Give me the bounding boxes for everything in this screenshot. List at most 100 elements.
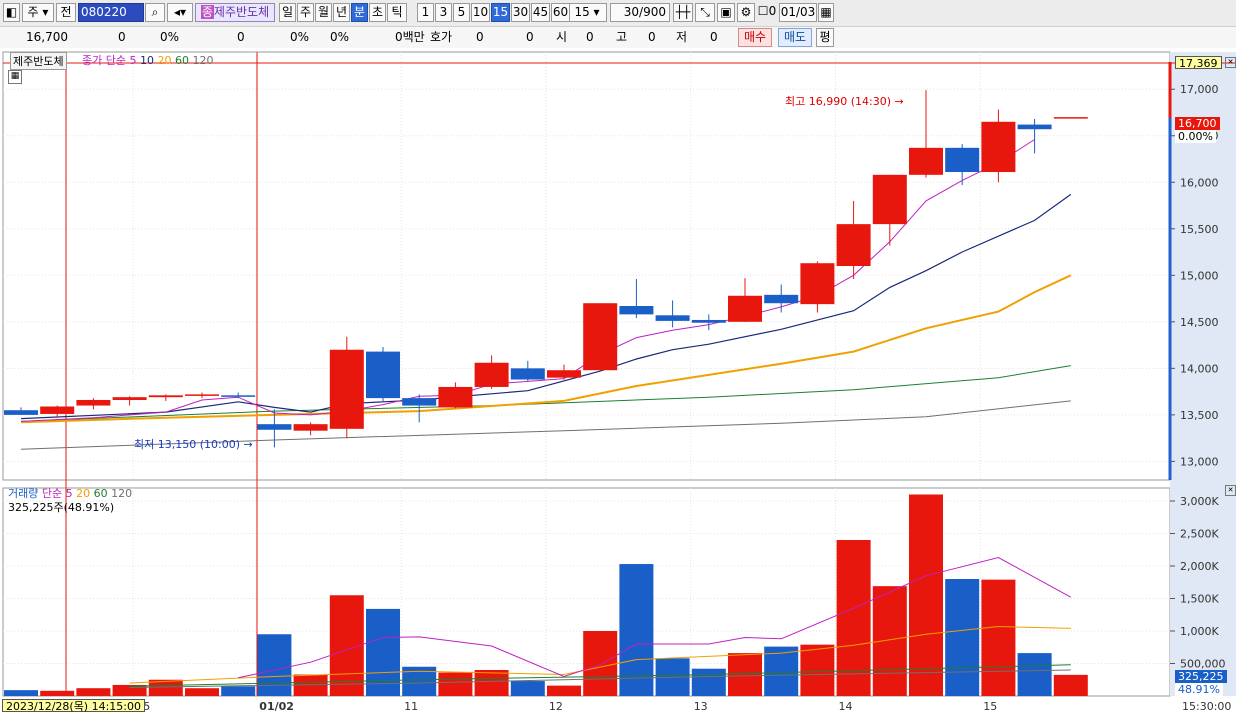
interval-select[interactable]: 15 ▾ [567,3,607,22]
period-button[interactable]: 년 [333,3,350,22]
x-tick-label: 01/02 [259,700,294,713]
stock-badge: 종 [200,5,214,19]
candle-body [619,306,654,315]
search-icon[interactable]: ⌕ [145,3,165,22]
x-tick-label: 14 [839,700,853,713]
x-tick-label: 15 [983,700,997,713]
period-button[interactable]: 초 [369,3,386,22]
volume-bar [438,672,473,696]
open-label: 시 [556,30,568,44]
interval-button[interactable]: 45 [531,3,550,22]
volume-bar [800,644,835,696]
stock-name-button[interactable]: 종제주반도체 [195,3,275,22]
period-button[interactable]: 월 [315,3,332,22]
period-button[interactable]: 틱 [387,3,407,22]
period-select[interactable]: 주 ▾ [22,3,54,22]
interval-button[interactable]: 10 [471,3,490,22]
low-annotation-text: 최저 13,150 (10:00) [134,438,241,451]
volume-bar [40,690,75,696]
change-pct: 0% [160,30,180,44]
candle-body [981,121,1016,173]
interval-button[interactable]: 5 [453,3,470,22]
avg-button[interactable]: 평 [816,28,834,47]
x-tick-label: 12 [549,700,563,713]
close-icon[interactable]: ✕ [1225,57,1236,68]
volume-bar [909,494,943,696]
volume-value: 0 [237,30,245,44]
date-input[interactable]: 01/03 [779,3,817,22]
volume-bar [257,634,292,696]
candle-body [1053,117,1088,119]
high-value: 0 [648,30,656,44]
candle-body [872,174,907,225]
candle-body [836,224,871,266]
interval-button[interactable]: 15 [491,3,510,22]
price-ma-legend[interactable]: 종가 단순 5 10 20 60 120 [82,52,213,68]
stock-tag[interactable]: 제주반도체 [10,52,67,70]
period-button[interactable]: 일 [279,3,296,22]
price-tick-label: 15,000 [1180,269,1219,282]
candle-type-icon[interactable]: ┼┼ [673,3,693,22]
high-annotation: 최고 16,990 (14:30) → [785,95,904,108]
interval-button[interactable]: 1 [417,3,434,22]
high-annotation-text: 최고 16,990 (14:30) [785,95,892,108]
volume-bar [221,686,256,696]
volume-last-tag: 325,225 [1175,670,1227,683]
price-tick-label: 13,000 [1180,455,1219,468]
candle-body [366,351,400,399]
volume-tick-label: 2,500K [1180,528,1219,541]
candle-body [691,319,726,323]
volume-tick-label: 1,000K [1180,625,1219,638]
stock-code-input[interactable]: 080220 [78,3,144,22]
interval-button[interactable]: 30 [511,3,530,22]
price-tick-label: 15,500 [1180,223,1219,236]
volume-tick-label: 2,000K [1180,560,1219,573]
low-annotation: 최저 13,150 (10:00) → [134,438,253,451]
sell-button[interactable]: 매도 [778,28,812,47]
volume-bar [510,681,545,696]
price-pane [2,51,1171,481]
volume-tick-label: 1,500K [1180,593,1219,606]
ma-legend-10: 10 [139,54,154,67]
current-price: 16,700 [26,30,68,44]
close-icon[interactable]: ✕ [1225,485,1236,496]
gear-icon[interactable]: ⚙ [737,3,755,22]
chart-menu-icon[interactable]: ◧ [3,3,20,22]
candle-body [329,349,364,429]
sound-menu-icon[interactable]: ◂▾ [167,3,193,22]
hoga-label: 호가 [430,30,453,44]
volume-bar [4,690,38,696]
candle-body [945,147,980,173]
zero-checkbox[interactable]: ☐0 [756,3,778,22]
chart-area[interactable]: 1501/02111213141513,00013,50014,00014,50… [0,48,1236,719]
volume-bar [76,688,111,696]
period-button[interactable]: 주 [297,3,314,22]
interval-button[interactable]: 60 [551,3,570,22]
ma-legend-20: 20 [157,54,172,67]
volume-tick-label: 500,000 [1180,658,1226,671]
ma-legend-5: 5 [129,54,137,67]
candle-body [4,410,38,415]
count-input[interactable]: 30/900 [610,3,670,22]
volume-bar [945,579,980,696]
candle-body [510,368,545,380]
last-pct-tag: 0.00% [1175,130,1216,143]
volume-bar [981,579,1016,696]
volume-bar [1017,653,1052,696]
candle-body [293,424,328,431]
candle-body [655,315,690,321]
grid-toggle-icon[interactable]: ▦ [8,70,22,84]
calendar-icon[interactable]: ▦ [818,3,834,22]
candle-body [764,294,799,304]
buy-button[interactable]: 매수 [738,28,772,47]
draw-tool-icon[interactable]: ⤡ [695,3,715,22]
candlestick-chart[interactable]: 1501/02111213141513,00013,50014,00014,50… [0,48,1236,719]
candle-body [40,406,75,414]
candle-body [583,303,618,371]
interval-button[interactable]: 3 [435,3,452,22]
period-button[interactable]: 분 [351,3,368,22]
prev-button[interactable]: 전 [56,3,76,22]
count-value: 30 [623,5,640,19]
volume-bar [547,685,581,696]
save-icon[interactable]: ▣ [717,3,735,22]
